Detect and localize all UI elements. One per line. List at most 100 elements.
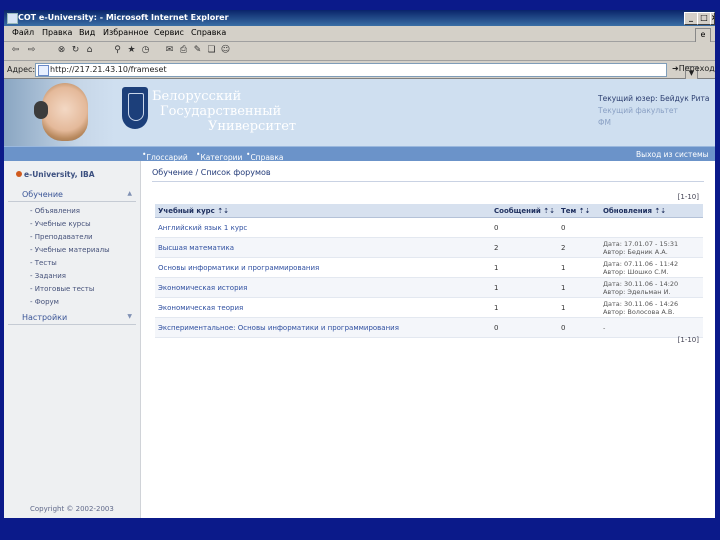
table-row: Экспериментальное: Основы информатики и … (155, 317, 703, 338)
go-button-label: Переход (678, 64, 715, 73)
sidebar-brand: e-University, IBA (24, 170, 95, 179)
sidebar-item-label: Учебные материалы (34, 246, 110, 254)
sidebar-item-teachers[interactable]: - Преподаватели (30, 233, 93, 241)
sidebar-item-label: Тесты (34, 259, 57, 267)
sidebar-section-learning[interactable]: Обучение ▲ (8, 189, 136, 202)
copyright: Copyright © 2002-2003 (30, 505, 114, 513)
last-update: Дата: 17.01.07 - 15:31 Автор: Бедник А.А. (599, 237, 703, 258)
ie-logo-icon: e (695, 28, 711, 43)
column-header-updates[interactable]: Обновления ⇡⇣ (599, 204, 703, 218)
course-link[interactable]: Экспериментальное: Основы информатики и … (155, 317, 491, 338)
sidebar-item-announcements[interactable]: - Объявления (30, 207, 80, 215)
edit-icon[interactable]: ✎ (192, 45, 203, 56)
sidebar-item-label: Преподаватели (34, 233, 93, 241)
refresh-icon[interactable]: ↻ (70, 45, 81, 56)
topic-count: 2 (557, 237, 600, 258)
nav-help[interactable]: • Справка (246, 150, 283, 162)
history-icon[interactable]: ◷ (140, 45, 151, 56)
address-input[interactable]: http://217.21.43.10/frameset ▼ (35, 63, 698, 80)
topic-count: 1 (557, 277, 600, 298)
update-author: Автор: Волосова А.В. (602, 307, 675, 316)
sidebar-item-courses[interactable]: - Учебные курсы (30, 220, 91, 228)
column-header-messages[interactable]: Сообщений ⇡⇣ (491, 204, 558, 218)
last-update: Дата: 30.11.06 - 14:26 Автор: Волосова А.… (599, 297, 703, 318)
favorites-icon[interactable]: ★ (126, 45, 137, 56)
logout-link[interactable]: Выход из системы (636, 150, 709, 159)
nav-glossary[interactable]: • Глоссарий (142, 150, 188, 162)
address-url: http://217.21.43.10/frameset (50, 65, 167, 74)
page-icon (38, 65, 49, 76)
faculty-value: ФМ (598, 118, 611, 127)
pager-top[interactable]: [1-10] (678, 193, 699, 201)
print-icon[interactable]: ⎙ (178, 45, 189, 56)
update-date: Дата: 30.11.06 - 14:26 (602, 299, 679, 308)
sidebar-item-label: Форум (34, 298, 59, 306)
menu-file[interactable]: Файл (12, 28, 34, 37)
message-count: 0 (491, 317, 558, 338)
window-titlebar: СОТ e-University: - Microsoft Internet E… (4, 10, 715, 26)
toolbar: ⇦ ⇨ ⊗ ↻ ⌂ ⚲ ★ ◷ ✉ ⎙ ✎ ❏ ☺ (4, 42, 715, 61)
mail-icon[interactable]: ✉ (164, 45, 175, 56)
search-icon[interactable]: ⚲ (112, 45, 123, 56)
menu-tools[interactable]: Сервис (154, 28, 184, 37)
menu-view[interactable]: Вид (79, 28, 95, 37)
university-name-line: Университет (208, 119, 297, 134)
stop-icon[interactable]: ⊗ (56, 45, 67, 56)
column-header-topics[interactable]: Тем ⇡⇣ (557, 204, 600, 218)
messenger-icon[interactable]: ☺ (220, 45, 231, 56)
last-update (599, 217, 703, 238)
university-name-line: Государственный (160, 104, 282, 119)
minimize-button[interactable]: _ (684, 12, 698, 25)
close-button[interactable]: × (710, 12, 715, 25)
table-row: Основы информатики и программирования 1 … (155, 257, 703, 278)
sidebar-section-settings[interactable]: Настройки ▼ (8, 312, 136, 325)
topic-count: 0 (557, 317, 600, 338)
menu-favorites[interactable]: Избранное (103, 28, 148, 37)
sidebar-item-tests[interactable]: - Тесты (30, 259, 57, 267)
sidebar-item-label: Объявления (34, 207, 80, 215)
discuss-icon[interactable]: ❏ (206, 45, 217, 56)
message-count: 1 (491, 277, 558, 298)
brand-icon (16, 171, 22, 177)
faculty-label: Текущий факультет (598, 106, 678, 115)
collapse-arrow-icon[interactable]: ▲ (127, 190, 132, 197)
expand-arrow-icon[interactable]: ▼ (127, 313, 132, 320)
course-link[interactable]: Основы информатики и программирования (155, 257, 491, 278)
window-title: СОТ e-University: - Microsoft Internet E… (18, 13, 229, 22)
course-link[interactable]: Английский язык 1 курс (155, 217, 491, 238)
update-date: Дата: 30.11.06 - 14:20 (602, 279, 679, 288)
column-header-course[interactable]: Учебный курс ⇡⇣ (155, 204, 491, 218)
sidebar-section-title: Обучение (22, 190, 63, 199)
go-button[interactable]: ➜Переход (672, 64, 715, 73)
crest-feather-icon (128, 93, 144, 121)
forward-icon[interactable]: ⇨ (26, 45, 37, 56)
headset-icon (34, 101, 48, 119)
pager-bottom[interactable]: [1-10] (678, 336, 699, 344)
course-link[interactable]: Экономическая теория (155, 297, 491, 318)
table-header-row: Учебный курс ⇡⇣ Сообщений ⇡⇣ Тем ⇡⇣ Обно… (155, 204, 703, 218)
last-update: Дата: 07.11.06 - 11:42 Автор: Шошко С.М. (599, 257, 703, 278)
university-name-line: Белорусский (152, 89, 242, 104)
user-info: Текущий юзер: Бейдук Рита Текущий факуль… (598, 93, 709, 129)
home-icon[interactable]: ⌂ (84, 45, 95, 56)
header-photo (4, 79, 114, 146)
update-author: Автор: Шошко С.М. (602, 267, 669, 276)
sidebar-item-forum[interactable]: - Форум (30, 298, 59, 306)
topic-count: 1 (557, 257, 600, 278)
sidebar-item-final-tests[interactable]: - Итоговые тесты (30, 285, 94, 293)
university-name: Белорусский Государственный Университет (152, 89, 296, 134)
breadcrumb: Обучение / Список форумов (152, 168, 271, 177)
maximize-button[interactable]: □ (697, 12, 711, 25)
sidebar-item-label: Задания (34, 272, 67, 280)
sidebar-item-materials[interactable]: - Учебные материалы (30, 246, 110, 254)
nav-categories[interactable]: • Категории (196, 150, 242, 162)
sidebar-item-label: Учебные курсы (34, 220, 91, 228)
menu-edit[interactable]: Правка (42, 28, 72, 37)
course-link[interactable]: Высшая математика (155, 237, 491, 258)
sidebar-item-assignments[interactable]: - Задания (30, 272, 66, 280)
update-date: Дата: 07.11.06 - 11:42 (602, 259, 679, 268)
back-icon[interactable]: ⇦ (10, 45, 21, 56)
menu-help[interactable]: Справка (191, 28, 226, 37)
table-row: Высшая математика 2 2 Дата: 17.01.07 - 1… (155, 237, 703, 258)
course-link[interactable]: Экономическая история (155, 277, 491, 298)
